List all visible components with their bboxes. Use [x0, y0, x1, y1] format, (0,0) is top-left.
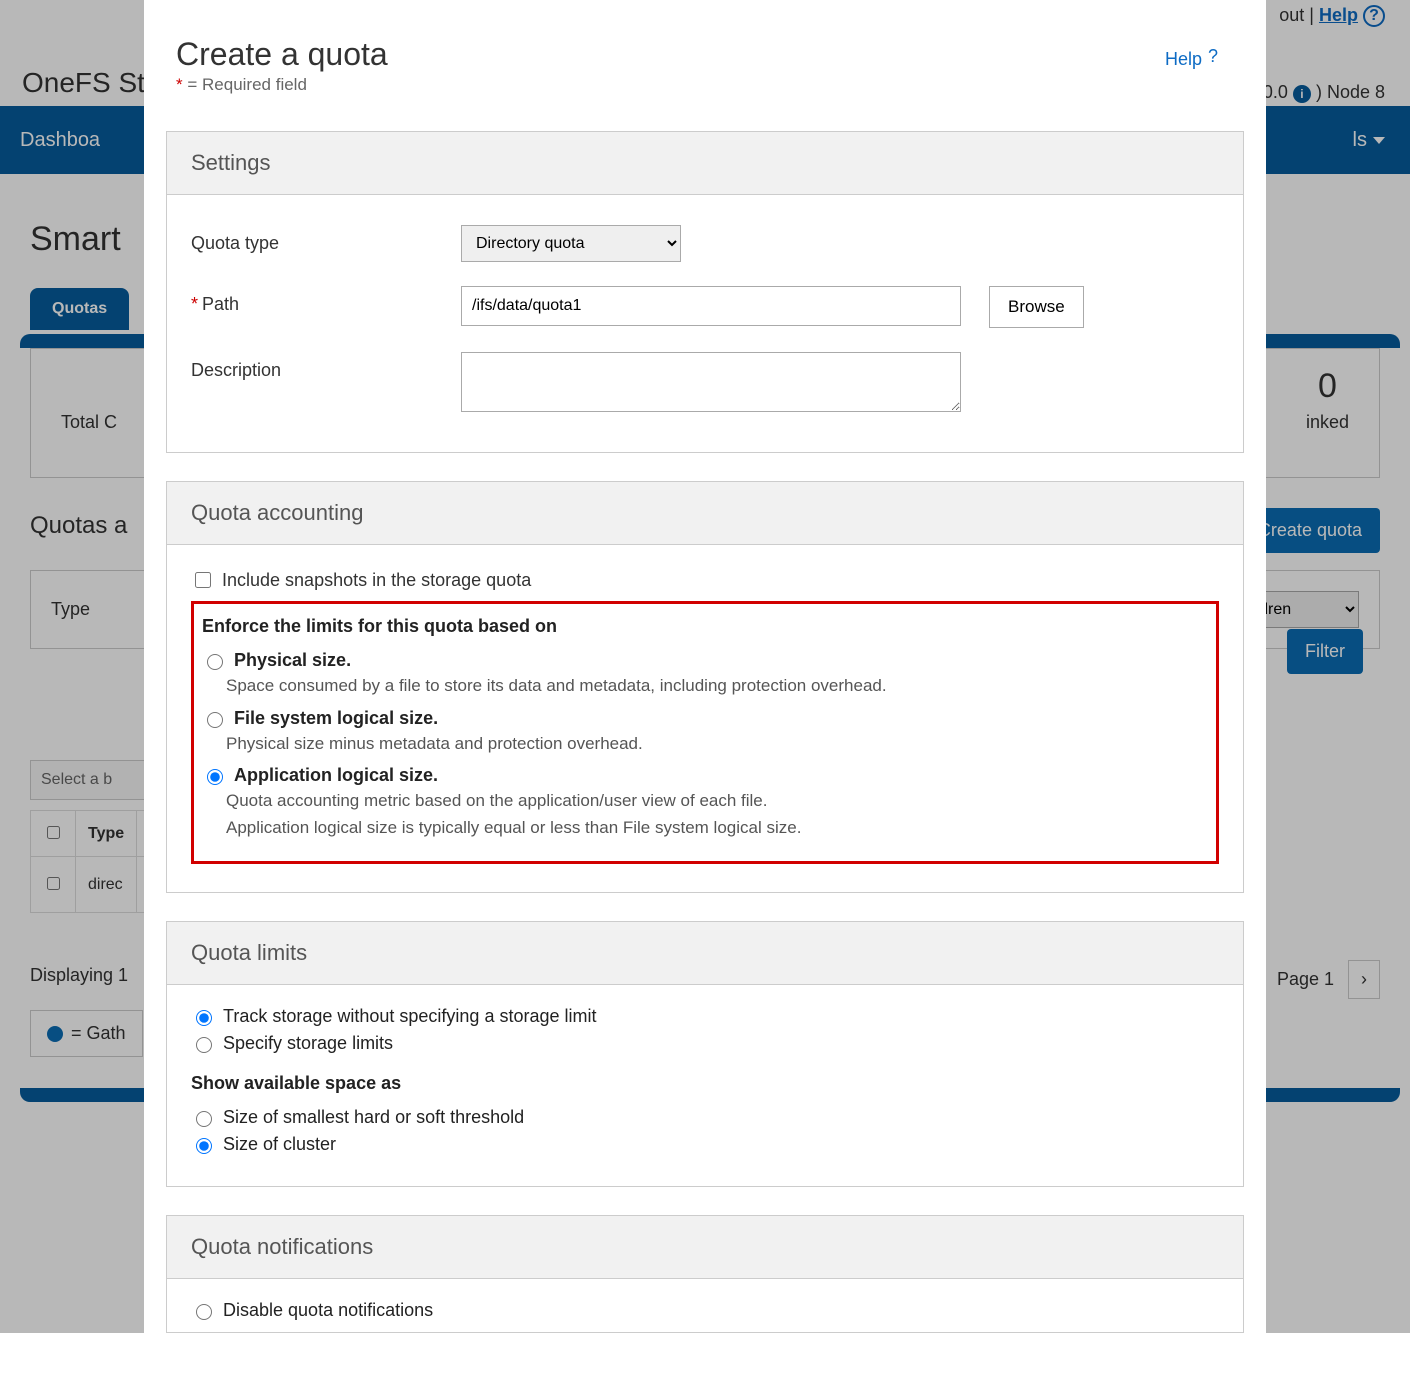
- fs-logical-size-radio[interactable]: [207, 712, 223, 728]
- app-logical-size-label: Application logical size.: [234, 765, 438, 786]
- space-smallest-label: Size of smallest hard or soft threshold: [223, 1107, 524, 1128]
- notifications-heading: Quota notifications: [167, 1216, 1243, 1279]
- description-textarea[interactable]: [461, 352, 961, 412]
- physical-size-radio[interactable]: [207, 654, 223, 670]
- space-cluster-radio[interactable]: [196, 1138, 212, 1154]
- enforce-heading: Enforce the limits for this quota based …: [202, 616, 1208, 637]
- quota-type-label: Quota type: [191, 225, 461, 254]
- quota-accounting-card: Quota accounting Include snapshots in th…: [166, 481, 1244, 893]
- path-input[interactable]: [461, 286, 961, 326]
- space-cluster-label: Size of cluster: [223, 1134, 336, 1155]
- physical-size-desc: Space consumed by a file to store its da…: [202, 674, 1208, 699]
- disable-notifications-label: Disable quota notifications: [223, 1300, 433, 1321]
- required-field-note: * = Required field: [176, 75, 388, 95]
- include-snapshots-label: Include snapshots in the storage quota: [222, 570, 531, 591]
- quota-notifications-card: Quota notifications Disable quota notifi…: [166, 1215, 1244, 1333]
- description-label: Description: [191, 352, 461, 381]
- show-space-heading: Show available space as: [191, 1073, 1219, 1094]
- path-label: *Path: [191, 286, 461, 315]
- modal-help-link[interactable]: Help ?: [1165, 46, 1234, 72]
- disable-notifications-radio[interactable]: [196, 1304, 212, 1320]
- specify-limits-radio[interactable]: [196, 1037, 212, 1053]
- create-quota-modal: Create a quota * = Required field Help ?…: [144, 0, 1266, 1373]
- physical-size-label: Physical size.: [234, 650, 351, 671]
- quota-type-select[interactable]: Directory quota: [461, 225, 681, 262]
- include-snapshots-checkbox[interactable]: [195, 572, 211, 588]
- app-logical-size-desc2: Application logical size is typically eq…: [202, 816, 1208, 841]
- specify-limits-label: Specify storage limits: [223, 1033, 393, 1054]
- track-storage-label: Track storage without specifying a stora…: [223, 1006, 597, 1027]
- settings-heading: Settings: [167, 132, 1243, 195]
- help-icon: ?: [1208, 46, 1234, 72]
- fs-logical-size-desc: Physical size minus metadata and protect…: [202, 732, 1208, 757]
- modal-title: Create a quota: [176, 36, 388, 73]
- settings-card: Settings Quota type Directory quota *Pat…: [166, 131, 1244, 453]
- track-storage-radio[interactable]: [196, 1010, 212, 1026]
- quota-limits-card: Quota limits Track storage without speci…: [166, 921, 1244, 1187]
- app-logical-size-desc1: Quota accounting metric based on the app…: [202, 789, 1208, 814]
- space-smallest-radio[interactable]: [196, 1111, 212, 1127]
- limits-heading: Quota limits: [167, 922, 1243, 985]
- browse-button[interactable]: Browse: [989, 286, 1084, 328]
- enforce-limits-highlight: Enforce the limits for this quota based …: [191, 601, 1219, 864]
- accounting-heading: Quota accounting: [167, 482, 1243, 545]
- app-logical-size-radio[interactable]: [207, 769, 223, 785]
- fs-logical-size-label: File system logical size.: [234, 708, 438, 729]
